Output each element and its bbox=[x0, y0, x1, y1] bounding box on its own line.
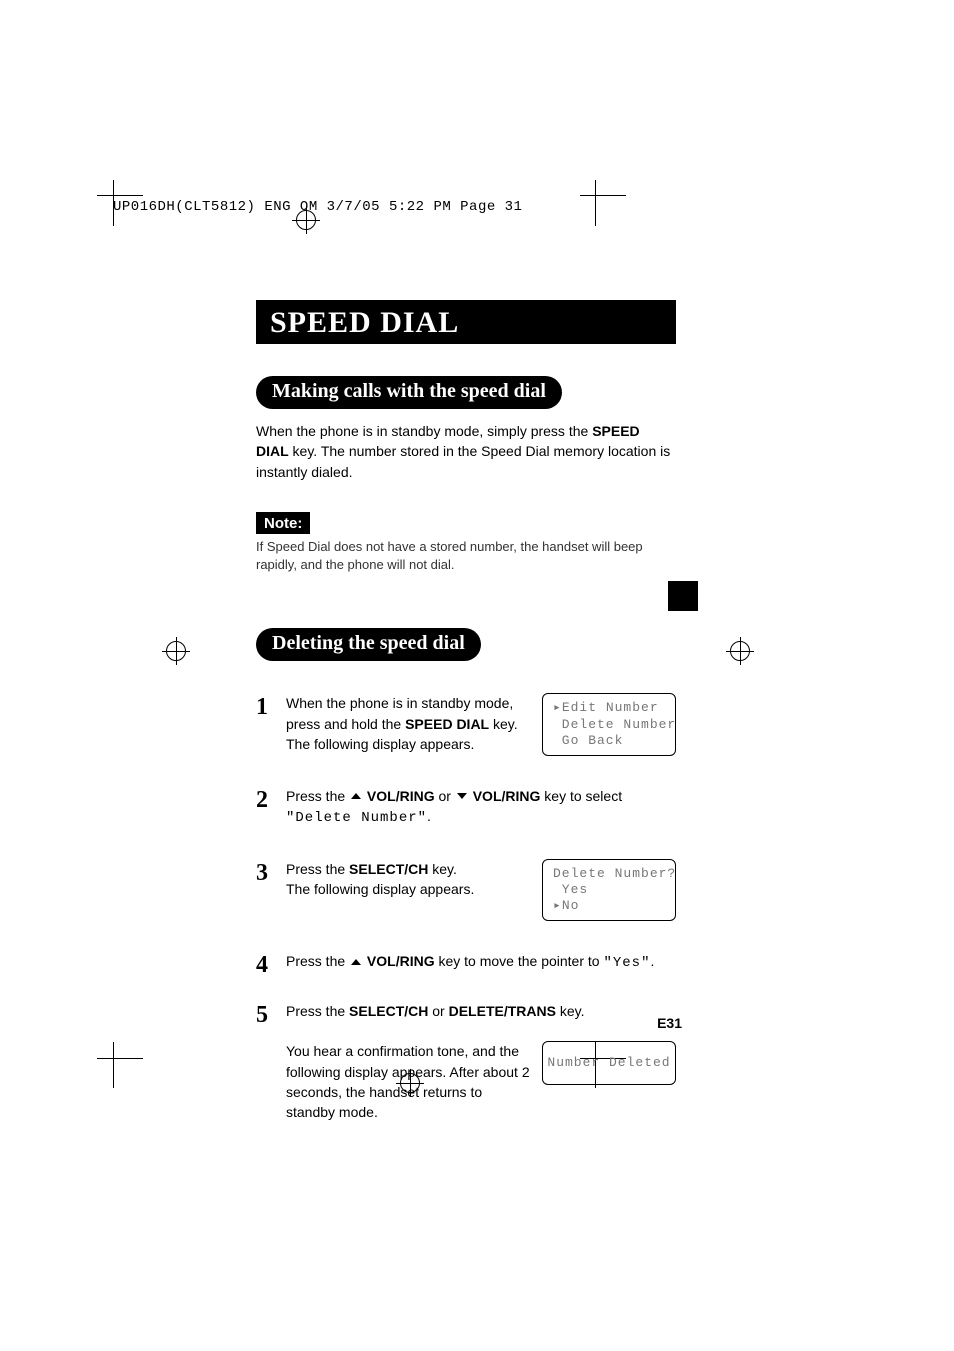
step-body: When the phone is in standby mode, press… bbox=[286, 693, 530, 754]
step-2: 2 Press the VOL/RING or VOL/RING key to … bbox=[256, 786, 676, 829]
page-title: SPEED DIAL bbox=[256, 300, 676, 344]
crop-mark bbox=[97, 1058, 143, 1059]
key-label: DELETE/TRANS bbox=[449, 1003, 556, 1019]
text: key to move the pointer to bbox=[435, 953, 604, 969]
step-number: 5 bbox=[256, 1003, 286, 1027]
text: key. bbox=[556, 1003, 585, 1019]
lcd-text-inline: "Yes" bbox=[603, 955, 650, 971]
note-text: If Speed Dial does not have a stored num… bbox=[256, 538, 656, 574]
volume-down-icon bbox=[457, 793, 467, 799]
text: key to select bbox=[540, 788, 622, 804]
text: Press the bbox=[286, 1003, 349, 1019]
crop-mark bbox=[580, 195, 626, 196]
step-number: 2 bbox=[256, 788, 286, 812]
step-3: 3 Press the SELECT/CH key. The following … bbox=[256, 859, 676, 922]
crop-mark bbox=[595, 180, 596, 226]
step-body: Press the SELECT/CH key. The following di… bbox=[286, 859, 530, 900]
print-header: UP016DH(CLT5812) ENG OM 3/7/05 5:22 PM P… bbox=[113, 199, 522, 215]
step-4: 4 Press the VOL/RING key to move the poi… bbox=[256, 951, 676, 977]
step-number: 4 bbox=[256, 953, 286, 977]
key-label: SELECT/CH bbox=[349, 1003, 428, 1019]
text: key. The number stored in the Speed Dial… bbox=[256, 443, 670, 479]
lcd-display: Number Deleted bbox=[542, 1041, 676, 1085]
key-label: VOL/RING bbox=[473, 788, 541, 804]
volume-up-icon bbox=[351, 959, 361, 965]
key-label: SELECT/CH bbox=[349, 861, 428, 877]
section-heading-making-calls: Making calls with the speed dial bbox=[256, 376, 562, 409]
crop-mark bbox=[113, 1042, 114, 1088]
text: or bbox=[428, 1003, 448, 1019]
step-5-continued: You hear a confirmation tone, and the fo… bbox=[256, 1041, 676, 1122]
text: Press the bbox=[286, 953, 349, 969]
page-number: E31 bbox=[657, 1015, 682, 1031]
step-1: 1 When the phone is in standby mode, pre… bbox=[256, 693, 676, 756]
text: or bbox=[435, 788, 455, 804]
registration-mark bbox=[166, 641, 186, 661]
step-number: 3 bbox=[256, 861, 286, 885]
key-label: VOL/RING bbox=[367, 953, 435, 969]
text: key. bbox=[428, 861, 457, 877]
lcd-display: ▸Edit Number Delete Number Go Back bbox=[542, 693, 676, 756]
step-5: 5 Press the SELECT/CH or DELETE/TRANS ke… bbox=[256, 1001, 676, 1027]
text: The following display appears. bbox=[286, 881, 474, 897]
step-body: Press the VOL/RING key to move the point… bbox=[286, 951, 676, 973]
step-body: Press the VOL/RING or VOL/RING key to se… bbox=[286, 786, 676, 829]
section-heading-deleting: Deleting the speed dial bbox=[256, 628, 481, 661]
key-label: VOL/RING bbox=[367, 788, 435, 804]
key-label: SPEED DIAL bbox=[405, 716, 489, 732]
text: Press the bbox=[286, 788, 349, 804]
registration-mark bbox=[730, 641, 750, 661]
text: . bbox=[650, 953, 654, 969]
step-body: Press the SELECT/CH or DELETE/TRANS key. bbox=[286, 1001, 676, 1021]
page-content: SPEED DIAL Making calls with the speed d… bbox=[256, 300, 676, 1123]
text: You hear a confirmation tone, and the fo… bbox=[286, 1043, 530, 1120]
text: When the phone is in standby mode, simpl… bbox=[256, 423, 592, 439]
text: Press the bbox=[286, 861, 349, 877]
note-label: Note: bbox=[256, 512, 310, 534]
section1-body: When the phone is in standby mode, simpl… bbox=[256, 421, 676, 482]
crop-mark bbox=[97, 195, 143, 196]
volume-up-icon bbox=[351, 793, 361, 799]
step-body: You hear a confirmation tone, and the fo… bbox=[286, 1041, 530, 1122]
step-number: 1 bbox=[256, 695, 286, 719]
lcd-display: Delete Number? Yes ▸No bbox=[542, 859, 676, 922]
lcd-text-inline: "Delete Number" bbox=[286, 810, 427, 826]
text: . bbox=[427, 808, 431, 824]
